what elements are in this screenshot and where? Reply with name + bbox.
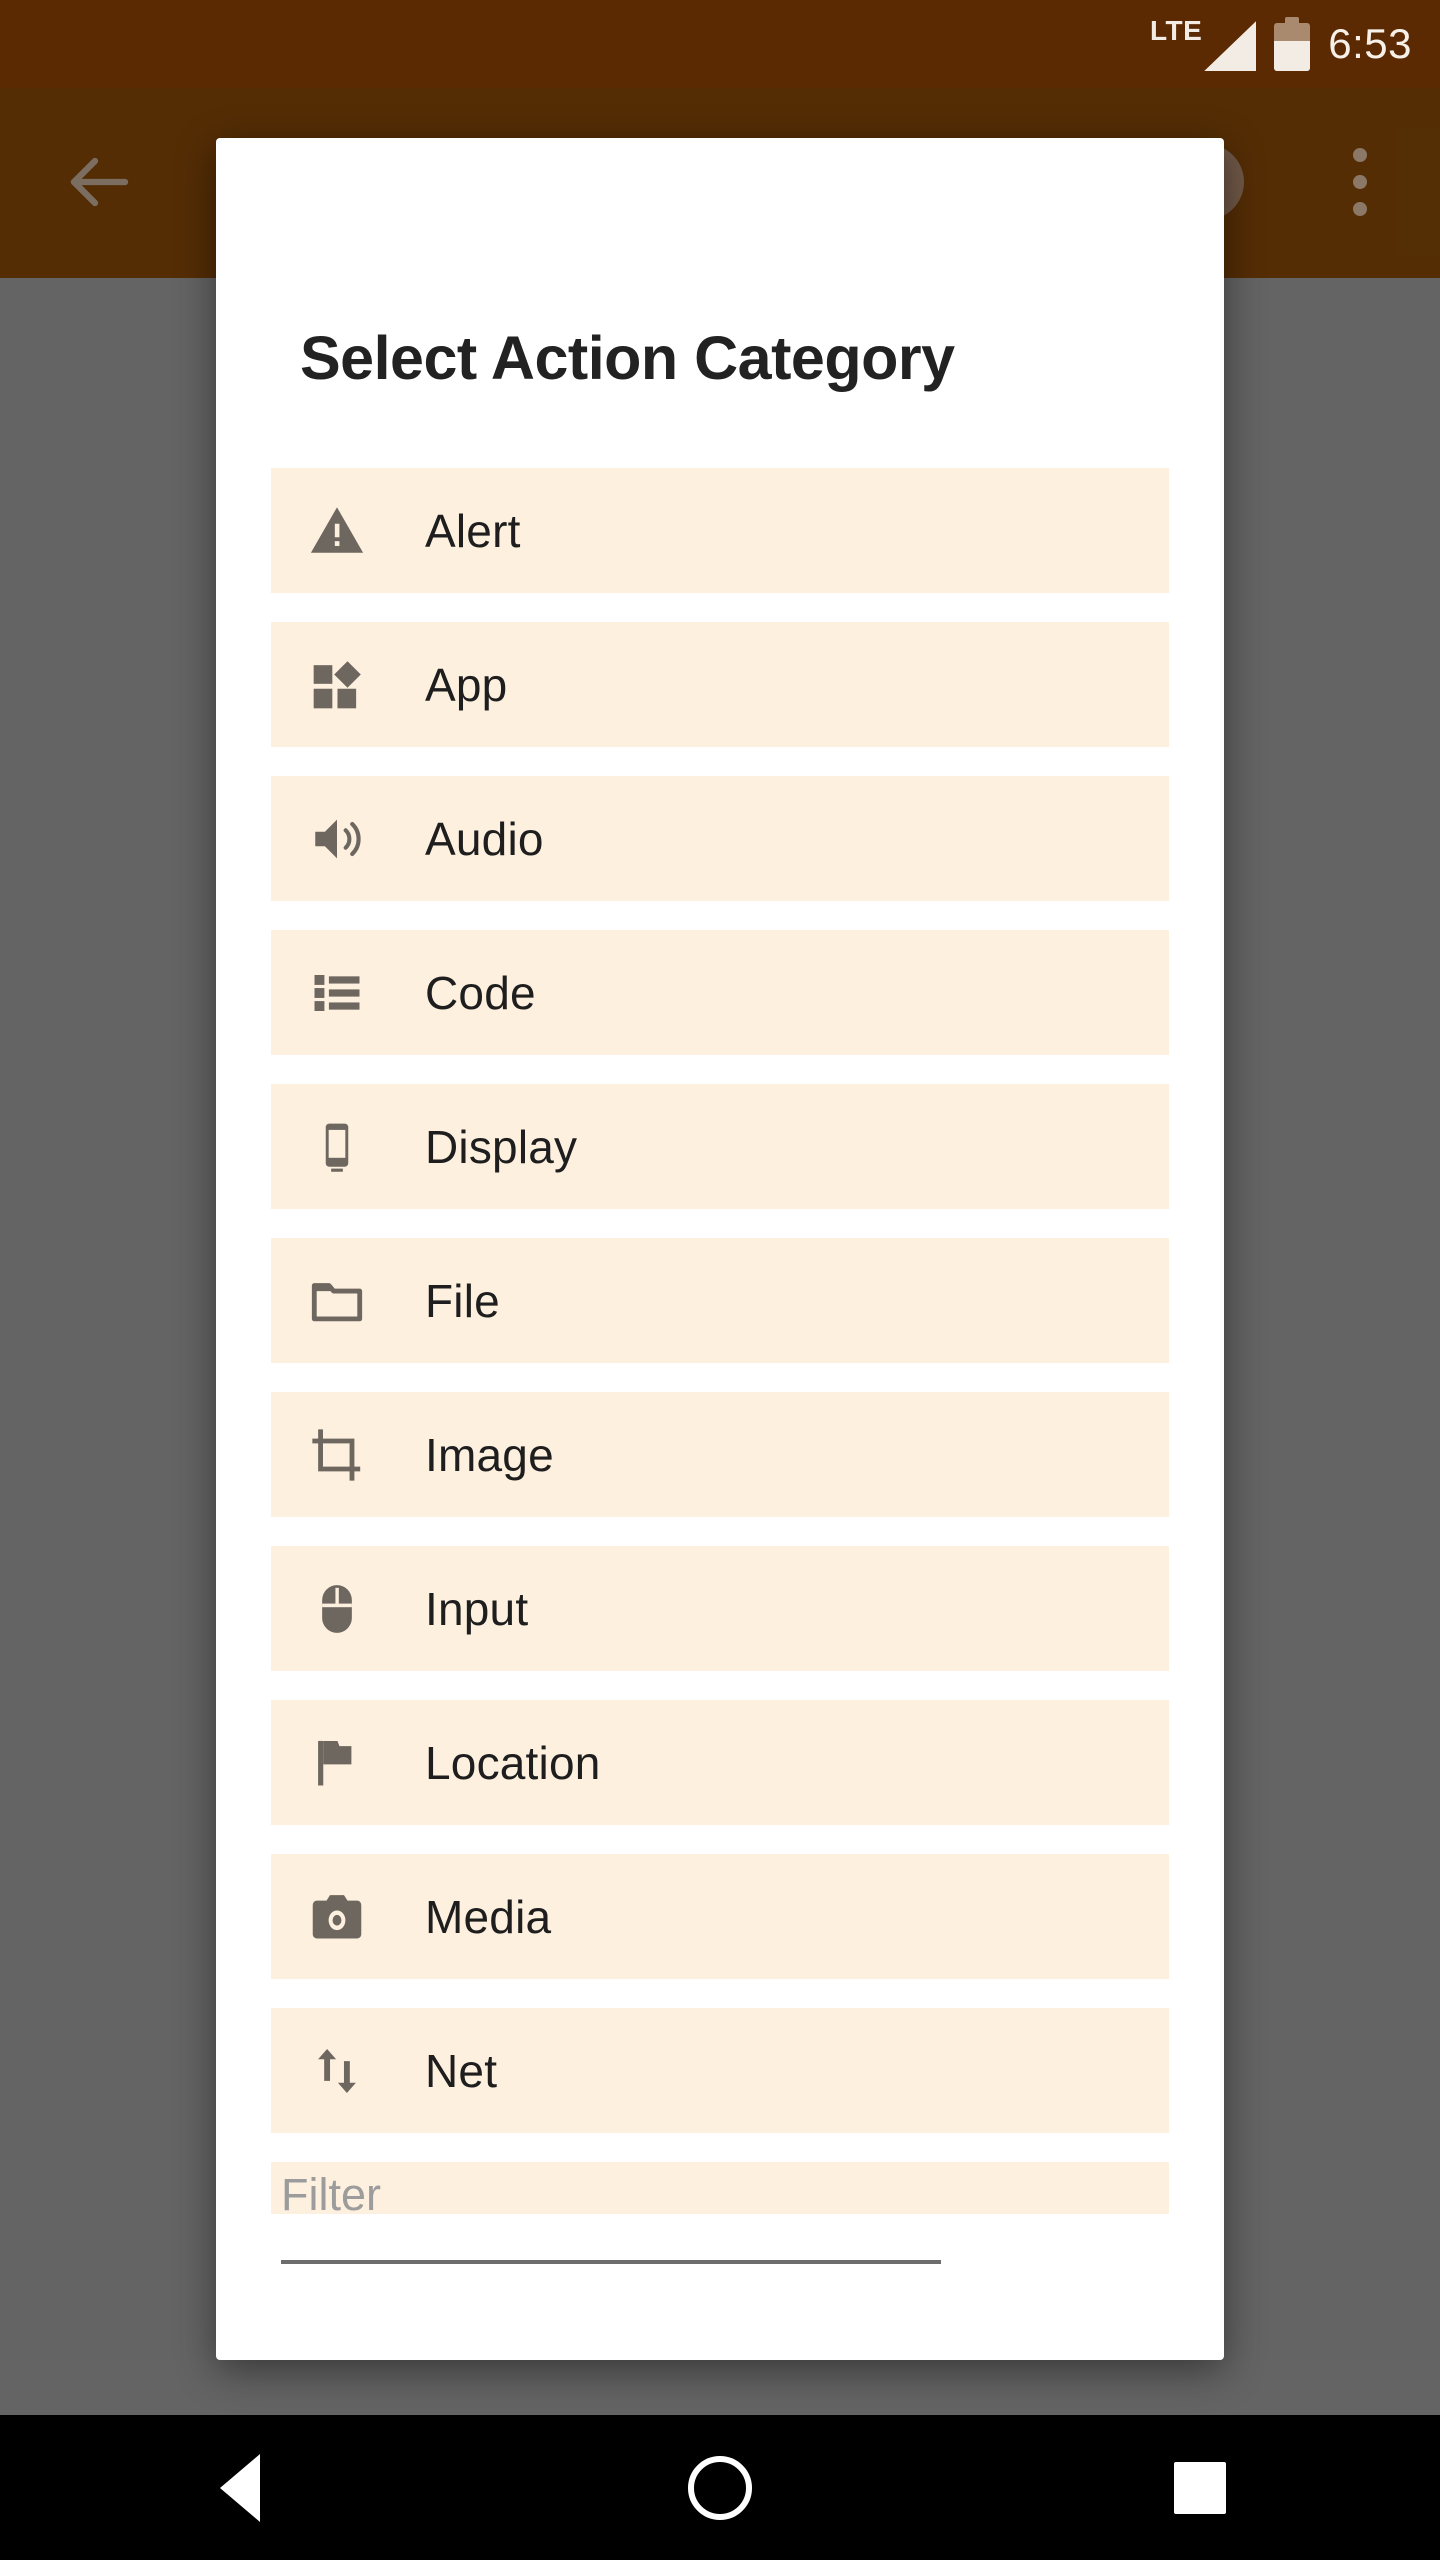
filter-input[interactable] [281,2154,941,2236]
list-item-code[interactable]: Code [271,930,1169,1055]
list-item-label: Input [425,1582,529,1635]
network-type-label: LTE [1149,15,1203,46]
list-item-file[interactable]: File [271,1238,1169,1363]
camera-icon [305,1885,369,1949]
list-item-display[interactable]: Display [271,1084,1169,1209]
filter-field-wrapper [281,2154,941,2264]
back-arrow-icon[interactable] [62,146,134,218]
dialog-title: Select Action Category [300,324,955,392]
flag-icon [305,1731,369,1795]
list-item-app[interactable]: App [271,622,1169,747]
list-item-label: Media [425,1890,552,1943]
nav-recents-icon[interactable] [960,2415,1440,2560]
list-item-label: File [425,1274,500,1327]
folder-icon [305,1269,369,1333]
list-item-image[interactable]: Image [271,1392,1169,1517]
battery-icon [1274,17,1311,71]
volume-speaker-icon [305,807,369,871]
list-item-media[interactable]: Media [271,1854,1169,1979]
crop-icon [305,1423,369,1487]
list-item-label: Alert [425,504,521,557]
screen: LTE 6:53 ✕ Select Action Category [0,0,1440,2560]
list-item-net[interactable]: Net [271,2008,1169,2133]
nav-back-icon[interactable] [0,2415,480,2560]
warning-triangle-icon [305,499,369,563]
list-view-icon [305,961,369,1025]
list-item-label: Location [425,1736,601,1789]
signal-triangle-icon [1204,21,1256,71]
swap-vertical-arrows-icon [305,2039,369,2103]
filter-bar [216,2154,1224,2360]
smartphone-icon [305,1115,369,1179]
category-list[interactable]: Alert App Audio Code Display File Image … [216,468,1224,2214]
list-item-label: Display [425,1120,578,1173]
android-navigation-bar [0,2415,1440,2560]
list-item-label: Code [425,966,536,1019]
list-item-alert[interactable]: Alert [271,468,1169,593]
status-bar-clock: 6:53 [1328,20,1412,67]
signal-bars-icon: LTE [1150,17,1256,71]
list-item-label: App [425,658,508,711]
select-action-category-dialog: Select Action Category Alert App Audio C… [216,138,1224,2360]
list-item-label: Audio [425,812,544,865]
status-bar: LTE 6:53 [0,0,1440,88]
list-item-location[interactable]: Location [271,1700,1169,1825]
nav-home-icon[interactable] [480,2415,960,2560]
overflow-menu-icon[interactable] [1353,148,1367,216]
list-item-label: Net [425,2044,498,2097]
list-item-label: Image [425,1428,554,1481]
list-item-audio[interactable]: Audio [271,776,1169,901]
mouse-icon [305,1577,369,1641]
filter-underline [281,2260,941,2264]
list-item-input[interactable]: Input [271,1546,1169,1671]
widgets-icon [305,653,369,717]
